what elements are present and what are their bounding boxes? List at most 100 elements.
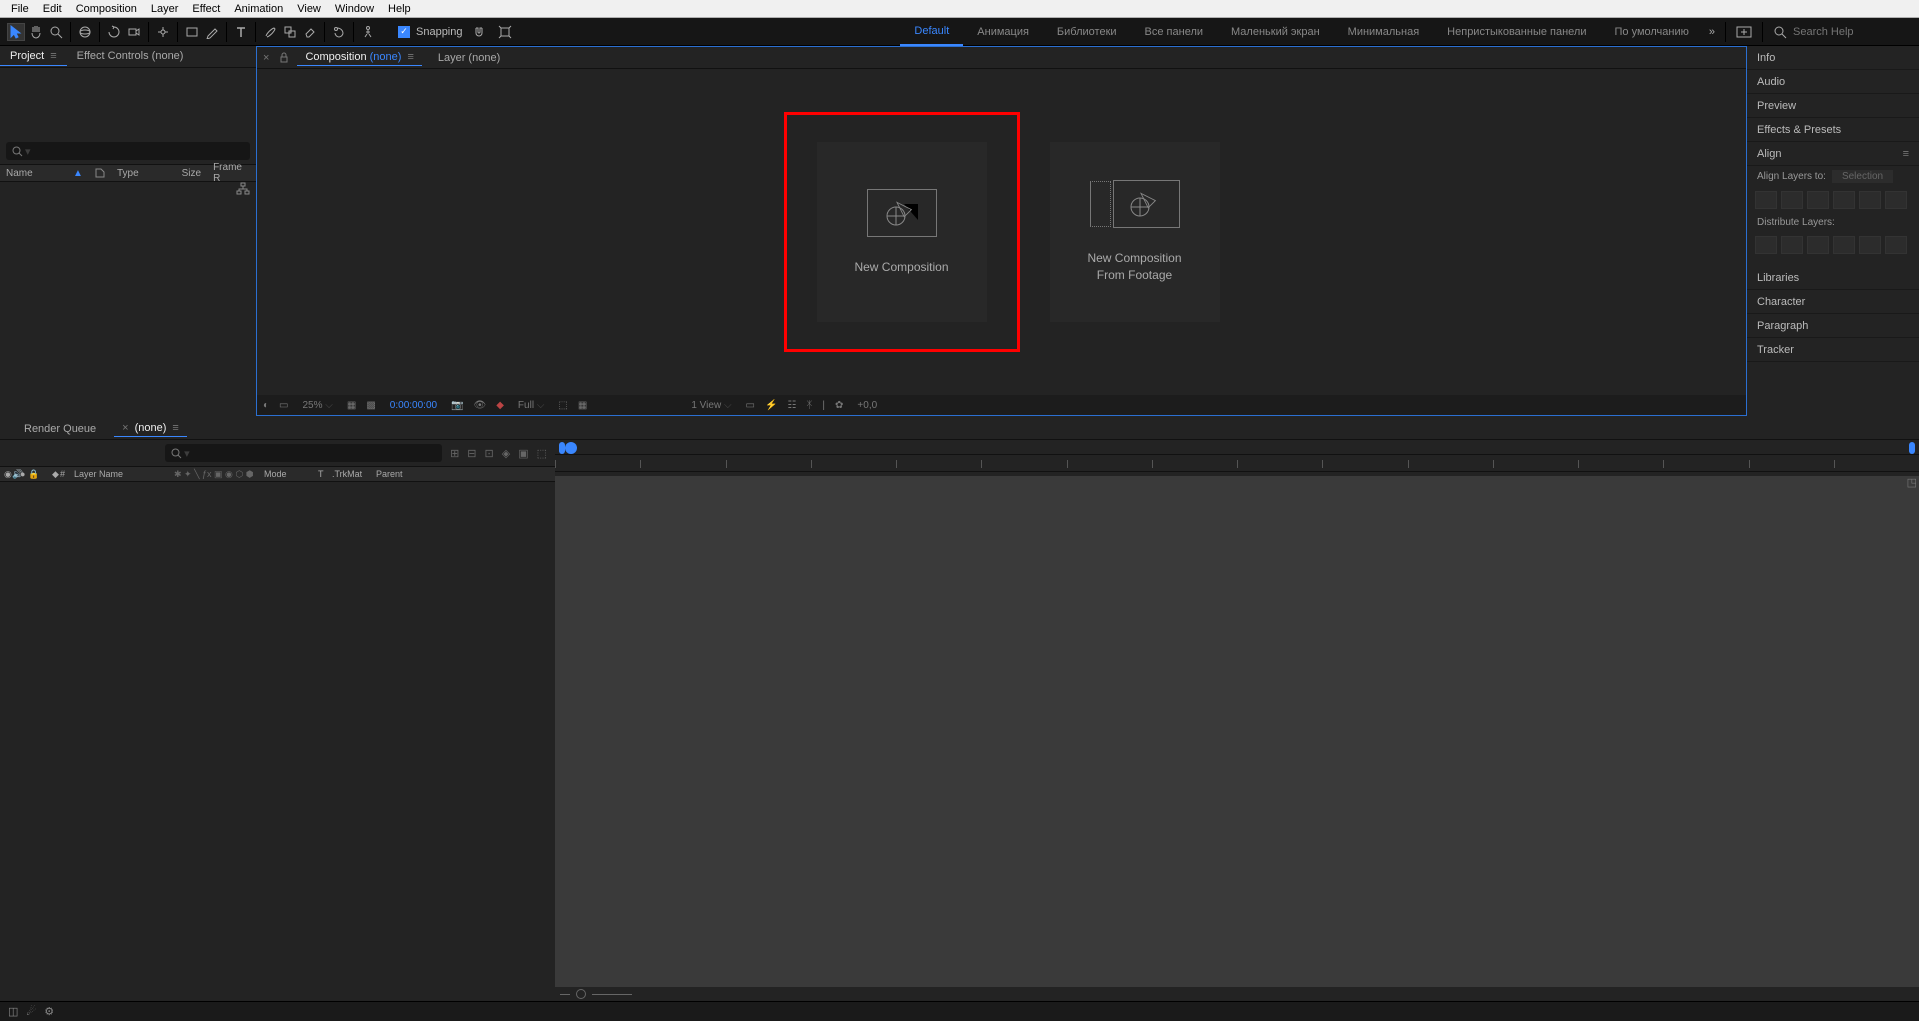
menu-help[interactable]: Help bbox=[381, 0, 418, 18]
align-target-dropdown[interactable]: Selection bbox=[1832, 170, 1893, 183]
pixel-aspect-icon[interactable]: ▭ bbox=[746, 400, 755, 411]
timeline-search[interactable]: ▾ bbox=[165, 444, 442, 462]
menu-edit[interactable]: Edit bbox=[36, 0, 69, 18]
tool-selection[interactable] bbox=[7, 23, 25, 41]
resolution-dropdown[interactable]: Full ⌵ bbox=[514, 400, 549, 411]
search-help-input[interactable] bbox=[1793, 26, 1913, 38]
tab-project[interactable]: Project≡ bbox=[0, 47, 67, 66]
panel-preview[interactable]: Preview bbox=[1747, 94, 1919, 118]
workspace-libraries[interactable]: Библиотеки bbox=[1043, 18, 1131, 46]
workspace-minimal[interactable]: Минимальная bbox=[1334, 18, 1434, 46]
tool-hand[interactable] bbox=[27, 23, 45, 41]
snap-bounds-icon[interactable] bbox=[496, 23, 514, 41]
snapping-checkbox[interactable]: ✓ bbox=[398, 26, 410, 38]
dist-bottom-button[interactable] bbox=[1807, 236, 1829, 254]
new-comp-from-footage-card[interactable]: New CompositionFrom Footage bbox=[1050, 142, 1220, 322]
close-tab-icon[interactable]: × bbox=[263, 52, 269, 64]
sb-motion-blur-icon[interactable]: ☄ bbox=[26, 1005, 36, 1018]
tool-eraser[interactable] bbox=[301, 23, 319, 41]
project-panel-menu-icon[interactable]: ≡ bbox=[50, 50, 56, 62]
fast-preview-icon[interactable]: ⚡ bbox=[765, 400, 777, 411]
tab-effect-controls[interactable]: Effect Controls (none) bbox=[67, 47, 194, 66]
lock-icon[interactable] bbox=[279, 52, 289, 63]
time-navigator[interactable] bbox=[555, 442, 1919, 454]
exposure-reset-icon[interactable]: ✿ bbox=[835, 400, 843, 411]
graph-editor-icon[interactable]: ◳ bbox=[1907, 476, 1917, 489]
tool-rectangle[interactable] bbox=[183, 23, 201, 41]
dist-vcenter-button[interactable] bbox=[1781, 236, 1803, 254]
tab-layer[interactable]: Layer (none) bbox=[430, 50, 508, 66]
mag-ratio-icon[interactable]: ▭ bbox=[279, 400, 288, 411]
panel-align-header[interactable]: Align≡ bbox=[1747, 142, 1919, 166]
col-trkmat[interactable]: .TrkMat bbox=[328, 469, 372, 479]
sb-frame-blend-icon[interactable]: ◫ bbox=[8, 1005, 18, 1018]
tool-rotate[interactable] bbox=[105, 23, 123, 41]
menu-layer[interactable]: Layer bbox=[144, 0, 186, 18]
current-time[interactable]: 0:00:00:00 bbox=[386, 400, 441, 411]
show-snapshot-icon[interactable]: 👁 bbox=[474, 400, 487, 411]
col-size[interactable]: Size bbox=[169, 168, 208, 179]
tool-roto[interactable] bbox=[330, 23, 348, 41]
tl-tool2-icon[interactable]: ⊟ bbox=[467, 447, 476, 460]
project-search[interactable]: ▾ bbox=[6, 142, 250, 160]
menu-effect[interactable]: Effect bbox=[185, 0, 227, 18]
flowchart2-icon[interactable]: ᛡ bbox=[806, 400, 812, 411]
col-layer-name[interactable]: Layer Name bbox=[70, 469, 170, 479]
tl-tool1-icon[interactable]: ⊞ bbox=[450, 447, 459, 460]
tool-zoom[interactable] bbox=[47, 23, 65, 41]
tool-orbit[interactable] bbox=[76, 23, 94, 41]
tool-puppet[interactable] bbox=[359, 23, 377, 41]
always-preview-icon[interactable]: ◐ bbox=[263, 400, 269, 411]
menu-file[interactable]: File bbox=[4, 0, 36, 18]
col-number[interactable]: # bbox=[56, 469, 70, 479]
comp-panel-menu-icon[interactable]: ≡ bbox=[407, 51, 413, 63]
dist-hcenter-button[interactable] bbox=[1859, 236, 1881, 254]
workspace-default[interactable]: Default bbox=[900, 18, 963, 46]
col-video-icon[interactable]: ◉ bbox=[0, 469, 8, 480]
align-hcenter-button[interactable] bbox=[1781, 191, 1803, 209]
col-label-icon[interactable] bbox=[89, 168, 111, 178]
tl-tool5-icon[interactable]: ▣ bbox=[518, 447, 528, 460]
panel-paragraph[interactable]: Paragraph bbox=[1747, 314, 1919, 338]
col-lock-icon[interactable]: 🔒 bbox=[24, 469, 32, 480]
new-composition-card[interactable]: New Composition bbox=[817, 142, 987, 322]
col-label-icon[interactable]: ◆ bbox=[48, 469, 56, 480]
timeline-zoom-bar[interactable] bbox=[0, 987, 1919, 1001]
align-right-button[interactable] bbox=[1807, 191, 1829, 209]
col-mode[interactable]: Mode bbox=[260, 469, 314, 479]
timeline-panel-menu-icon[interactable]: ≡ bbox=[172, 422, 178, 434]
col-name[interactable]: Name bbox=[0, 168, 67, 179]
panel-libraries[interactable]: Libraries bbox=[1747, 266, 1919, 290]
workspace-all-panels[interactable]: Все панели bbox=[1131, 18, 1217, 46]
panel-character[interactable]: Character bbox=[1747, 290, 1919, 314]
timeline-icon[interactable]: ☷ bbox=[787, 400, 796, 411]
viewer-resolution-popup-icon[interactable]: ▦ bbox=[347, 400, 356, 411]
timeline-tracks-area[interactable]: ◳ bbox=[555, 476, 1919, 987]
menu-animation[interactable]: Animation bbox=[227, 0, 290, 18]
dist-top-button[interactable] bbox=[1755, 236, 1777, 254]
snap-magnet-icon[interactable] bbox=[470, 23, 488, 41]
tool-text[interactable] bbox=[232, 23, 250, 41]
col-solo-icon[interactable]: ● bbox=[16, 469, 24, 479]
align-bottom-button[interactable] bbox=[1885, 191, 1907, 209]
menu-window[interactable]: Window bbox=[328, 0, 381, 18]
dist-left-button[interactable] bbox=[1833, 236, 1855, 254]
workspace-small-screen[interactable]: Маленький экран bbox=[1217, 18, 1334, 46]
zoom-dropdown[interactable]: 25% ⌵ bbox=[299, 400, 337, 411]
tool-clone[interactable] bbox=[281, 23, 299, 41]
col-type[interactable]: Type bbox=[111, 168, 169, 179]
panel-info[interactable]: Info bbox=[1747, 46, 1919, 70]
tl-tool6-icon[interactable]: ⬚ bbox=[537, 447, 547, 460]
col-sort-icon[interactable]: ▲ bbox=[67, 168, 89, 179]
menu-view[interactable]: View bbox=[290, 0, 328, 18]
channel-icon[interactable]: ◆ bbox=[496, 400, 504, 411]
align-left-button[interactable] bbox=[1755, 191, 1777, 209]
sync-settings-icon[interactable] bbox=[1736, 25, 1752, 39]
panel-effects-presets[interactable]: Effects & Presets bbox=[1747, 118, 1919, 142]
time-ruler[interactable] bbox=[555, 454, 1919, 472]
col-t[interactable]: T bbox=[314, 469, 328, 479]
align-panel-menu-icon[interactable]: ≡ bbox=[1903, 148, 1909, 160]
tab-render-queue[interactable]: Render Queue bbox=[16, 421, 104, 437]
workspace-overflow[interactable]: » bbox=[1703, 26, 1721, 38]
tl-tool3-icon[interactable]: ⊡ bbox=[485, 447, 494, 460]
